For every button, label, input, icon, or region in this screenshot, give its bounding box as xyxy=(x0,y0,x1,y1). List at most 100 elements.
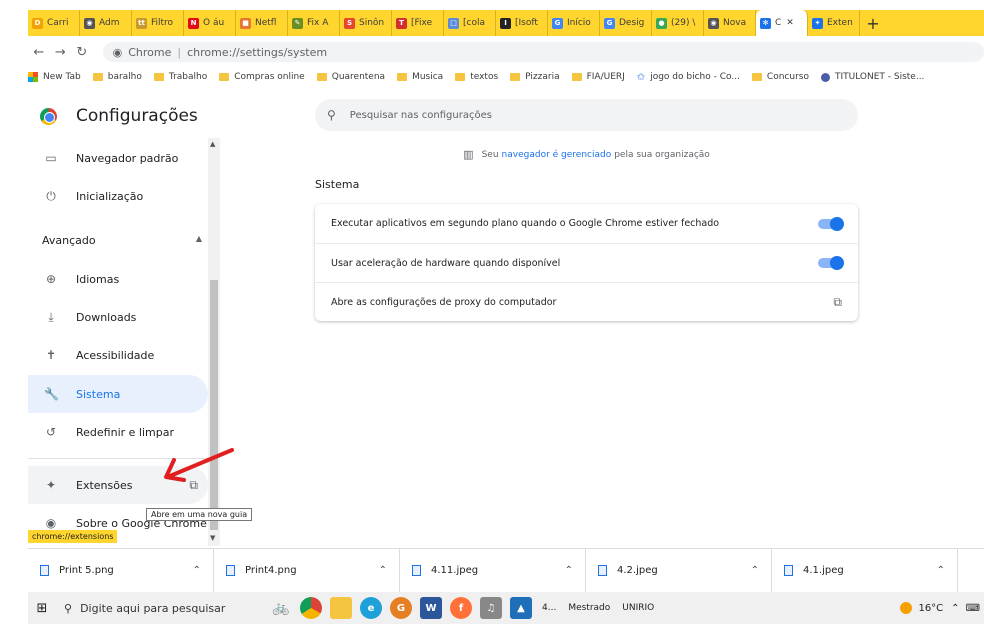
advanced-label: Avançado xyxy=(42,234,96,247)
chrome-profile-icon[interactable]: G xyxy=(390,597,412,619)
section-title: Sistema xyxy=(315,178,360,191)
download-item[interactable]: Print 5.png ⌃ xyxy=(28,548,214,593)
tab-favicon-icon: ◉ xyxy=(708,17,719,29)
managed-link[interactable]: navegador é gerenciado xyxy=(502,150,612,160)
bookmark-item[interactable]: Quarentena xyxy=(316,72,386,82)
browser-tab[interactable]: ● (29) \ xyxy=(652,10,704,36)
sidebar-item-label: Inicialização xyxy=(76,189,144,203)
back-button[interactable]: ← xyxy=(28,45,50,60)
folder-icon xyxy=(510,73,521,81)
download-filename: Print 5.png xyxy=(59,565,114,576)
new-tab-button[interactable]: + xyxy=(860,14,886,33)
download-item[interactable]: 4.2.jpeg ⌃ xyxy=(586,548,772,593)
tab-favicon-icon: ✦ xyxy=(812,17,823,29)
bookmark-item[interactable]: Musica xyxy=(397,72,443,82)
chevron-up-icon[interactable]: ⌃ xyxy=(951,603,959,614)
setting-row-proxy[interactable]: Abre as configurações de proxy do comput… xyxy=(315,282,858,321)
download-item[interactable]: Print4.png ⌃ xyxy=(214,548,400,593)
download-item[interactable]: 4.11.jpeg ⌃ xyxy=(400,548,586,593)
chevron-up-icon[interactable]: ⌃ xyxy=(379,565,387,576)
tab-label: (29) \ xyxy=(671,18,696,28)
browser-tab[interactable]: ■ Netfl xyxy=(236,10,288,36)
bookmark-item[interactable]: textos xyxy=(455,72,498,82)
bookmark-item[interactable]: Compras online xyxy=(219,72,305,82)
address-bar[interactable]: ◉ Chrome | chrome://settings/system xyxy=(102,42,984,62)
scroll-down-arrow-icon[interactable]: ▼ xyxy=(210,534,215,542)
bookmark-label: Quarentena xyxy=(331,72,386,82)
taskbar-item-unirio[interactable]: UNIRIO xyxy=(622,603,654,613)
background-apps-toggle[interactable] xyxy=(818,216,844,231)
taskbar-search[interactable]: ⚲ Digite aqui para pesquisar xyxy=(56,592,266,624)
photos-icon[interactable]: ▲ xyxy=(510,597,532,619)
bike-app-icon[interactable]: 🚲 xyxy=(270,597,292,619)
firefox-icon[interactable]: f xyxy=(450,597,472,619)
chrome-icon[interactable] xyxy=(300,597,322,619)
bookmark-item[interactable]: baralho xyxy=(92,72,142,82)
site-chip: Chrome xyxy=(128,45,172,59)
tab-favicon-icon: N xyxy=(188,17,199,29)
bookmark-item[interactable]: FIA/UERJ xyxy=(571,72,625,82)
chevron-up-icon[interactable]: ⌃ xyxy=(937,565,945,576)
taskbar-item-mestrado[interactable]: Mestrado xyxy=(568,603,610,613)
browser-tab[interactable]: ✎ Fix A xyxy=(288,10,340,36)
sidebar-item-startup[interactable]: ⏻ Inicialização xyxy=(28,177,208,215)
forward-button[interactable]: → xyxy=(50,45,72,60)
advanced-section-toggle[interactable]: Avançado ▲ xyxy=(42,234,202,247)
windows-start-icon[interactable]: ⊞ xyxy=(28,601,56,616)
browser-tab[interactable]: S Sinôn xyxy=(340,10,392,36)
browser-tab[interactable]: G Desig xyxy=(600,10,652,36)
setting-row-hardware-acceleration[interactable]: Usar aceleração de hardware quando dispo… xyxy=(315,243,858,282)
setting-row-background-apps[interactable]: Executar aplicativos em segundo plano qu… xyxy=(315,204,858,243)
download-filename: 4.2.jpeg xyxy=(617,565,658,576)
search-placeholder: Pesquisar nas configurações xyxy=(349,109,492,121)
open-in-new-icon[interactable]: ⧉ xyxy=(833,295,842,310)
hardware-acceleration-toggle[interactable] xyxy=(818,256,844,270)
sidebar-item-default-browser[interactable]: ▭ Navegador padrão xyxy=(28,139,208,177)
folder-icon xyxy=(751,73,762,81)
chevron-up-icon[interactable]: ⌃ xyxy=(751,565,759,576)
taskbar-item[interactable]: 4... xyxy=(542,603,556,613)
app-icon[interactable]: ♫ xyxy=(480,597,502,619)
sidebar-item-system[interactable]: 🔧 Sistema xyxy=(28,375,208,413)
bookmark-item[interactable]: Concurso xyxy=(751,72,809,82)
browser-tab[interactable]: tt Filtro xyxy=(132,10,184,36)
sidebar-item-downloads[interactable]: ⤓ Downloads xyxy=(28,298,208,336)
chevron-up-icon[interactable]: ⌃ xyxy=(565,565,573,576)
download-item[interactable]: 4.1.jpeg ⌃ xyxy=(772,548,958,593)
word-icon[interactable]: W xyxy=(420,597,442,619)
sidebar-item-label: Redefinir e limpar xyxy=(76,425,174,439)
setting-label: Executar aplicativos em segundo plano qu… xyxy=(331,218,720,229)
browser-tab[interactable]: I [Isoft xyxy=(496,10,548,36)
bookmark-item[interactable]: New Tab xyxy=(28,72,81,82)
bookmark-item[interactable]: Pizzaria xyxy=(510,72,560,82)
download-icon: ⤓ xyxy=(48,309,54,324)
tooltip: Abre em uma nova guia xyxy=(146,508,253,521)
keyboard-icon[interactable]: ⌨ xyxy=(966,603,980,614)
settings-search[interactable]: ⚲ Pesquisar nas configurações xyxy=(315,99,858,131)
scroll-up-arrow-icon[interactable]: ▲ xyxy=(210,140,215,148)
browser-tab[interactable]: □ [cola xyxy=(444,10,496,36)
tab-close-icon[interactable]: ✕ xyxy=(786,18,794,28)
folder-icon xyxy=(397,73,408,81)
bookmark-item[interactable]: Trabalho xyxy=(153,72,207,82)
browser-tab[interactable]: ◉ Adm xyxy=(80,10,132,36)
sidebar-item-accessibility[interactable]: ✝ Acessibilidade xyxy=(28,336,208,374)
file-explorer-icon[interactable] xyxy=(330,597,352,619)
browser-tab[interactable]: N O áu xyxy=(184,10,236,36)
chevron-up-icon[interactable]: ⌃ xyxy=(193,565,201,576)
browser-tab[interactable]: D Carri xyxy=(28,10,80,36)
browser-tab[interactable]: ✻ C ✕ xyxy=(756,10,808,36)
browser-tab[interactable]: ◉ Nova xyxy=(704,10,756,36)
edge-icon[interactable]: e xyxy=(360,597,382,619)
chrome-site-icon: ◉ xyxy=(112,45,123,59)
browser-tab[interactable]: ✦ Exten xyxy=(808,10,860,36)
scrollbar-thumb[interactable] xyxy=(210,280,218,530)
sidebar-item-languages[interactable]: ⊕ Idiomas xyxy=(28,260,208,298)
reload-button[interactable]: ↻ xyxy=(71,45,93,60)
bookmark-item[interactable]: TITULONET - Siste... xyxy=(820,72,924,82)
bookmark-item[interactable]: ✩ jogo do bicho - Co... xyxy=(637,72,740,83)
browser-tab[interactable]: T [Fixe xyxy=(392,10,444,36)
browser-tab[interactable]: G Início xyxy=(548,10,600,36)
windows-taskbar: ⊞ ⚲ Digite aqui para pesquisar 🚲 e G W f… xyxy=(28,592,984,624)
temperature[interactable]: 16°C xyxy=(918,603,943,614)
